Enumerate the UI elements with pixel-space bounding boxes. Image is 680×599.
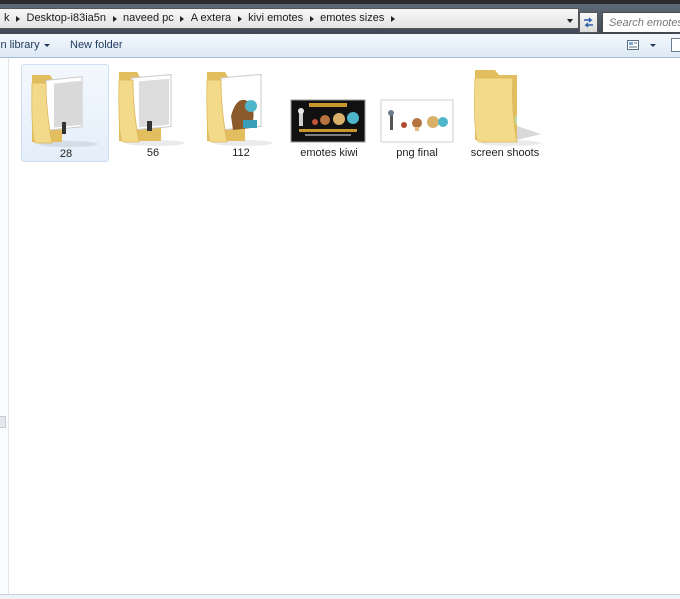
- include-in-library-label: in library: [0, 39, 40, 51]
- item-label: emotes kiwi: [300, 147, 358, 159]
- chevron-down-icon: [43, 43, 50, 47]
- pane-splitter-grip[interactable]: [0, 416, 6, 428]
- search-input[interactable]: [603, 13, 680, 32]
- breadcrumb-item-naveed-pc[interactable]: naveed pc: [119, 9, 178, 28]
- chevron-right-icon[interactable]: [14, 9, 23, 28]
- refresh-icon: [584, 17, 593, 28]
- item-label: png final: [396, 147, 438, 159]
- breadcrumb-item-network[interactable]: k: [0, 9, 14, 28]
- change-view-button[interactable]: [626, 38, 642, 52]
- command-bar: in library New folder: [0, 34, 680, 58]
- chevron-down-icon: [567, 19, 573, 23]
- folder-item-screen-shoots[interactable]: screen shoots: [461, 64, 549, 162]
- chevron-right-icon[interactable]: [235, 9, 244, 28]
- folder-icon: [474, 70, 541, 146]
- item-label: 28: [59, 148, 73, 160]
- chevron-right-icon[interactable]: [307, 9, 316, 28]
- details-pane: [0, 594, 680, 599]
- image-thumbnail: [290, 99, 366, 143]
- folder-icon: [118, 72, 185, 146]
- chevron-right-icon[interactable]: [388, 9, 397, 28]
- item-label: screen shoots: [470, 147, 540, 159]
- folder-icon: [31, 75, 98, 147]
- folder-item-56[interactable]: 56: [109, 64, 197, 162]
- search-box: [602, 12, 680, 33]
- chevron-down-icon: [650, 43, 656, 47]
- item-label: 56: [146, 147, 160, 159]
- breadcrumb-item-desktop[interactable]: Desktop-i83ia5n: [23, 9, 111, 28]
- include-in-library-button[interactable]: in library: [0, 37, 50, 54]
- breadcrumb-item-kivi-emotes[interactable]: kivi emotes: [244, 9, 307, 28]
- image-item-png-final[interactable]: png final: [373, 64, 461, 162]
- folder-item-112[interactable]: 112: [197, 64, 285, 162]
- refresh-button[interactable]: [579, 12, 598, 33]
- image-item-emotes-kiwi[interactable]: emotes kiwi: [285, 64, 373, 162]
- file-list: 28 56 112 emotes kiwi png final screen s…: [9, 58, 680, 594]
- chevron-right-icon[interactable]: [178, 9, 187, 28]
- folder-icon: [206, 72, 273, 146]
- preview-pane-button[interactable]: [671, 38, 680, 52]
- breadcrumb: k Desktop-i83ia5n naveed pc A extera kiv…: [0, 9, 397, 28]
- address-history-dropdown[interactable]: [564, 14, 576, 28]
- address-bar[interactable]: k Desktop-i83ia5n naveed pc A extera kiv…: [0, 8, 579, 29]
- view-options-dropdown[interactable]: [648, 39, 658, 51]
- item-label: 112: [232, 147, 250, 159]
- breadcrumb-item-emotes-sizes[interactable]: emotes sizes: [316, 9, 388, 28]
- breadcrumb-item-a-extera[interactable]: A extera: [187, 9, 235, 28]
- folder-item-28[interactable]: 28: [21, 64, 109, 162]
- new-folder-button[interactable]: New folder: [70, 37, 123, 54]
- chevron-right-icon[interactable]: [110, 9, 119, 28]
- navigation-pane: [0, 58, 9, 594]
- view-icon: [627, 40, 639, 50]
- image-thumbnail: [380, 99, 454, 143]
- address-row: k Desktop-i83ia5n naveed pc A extera kiv…: [0, 4, 680, 34]
